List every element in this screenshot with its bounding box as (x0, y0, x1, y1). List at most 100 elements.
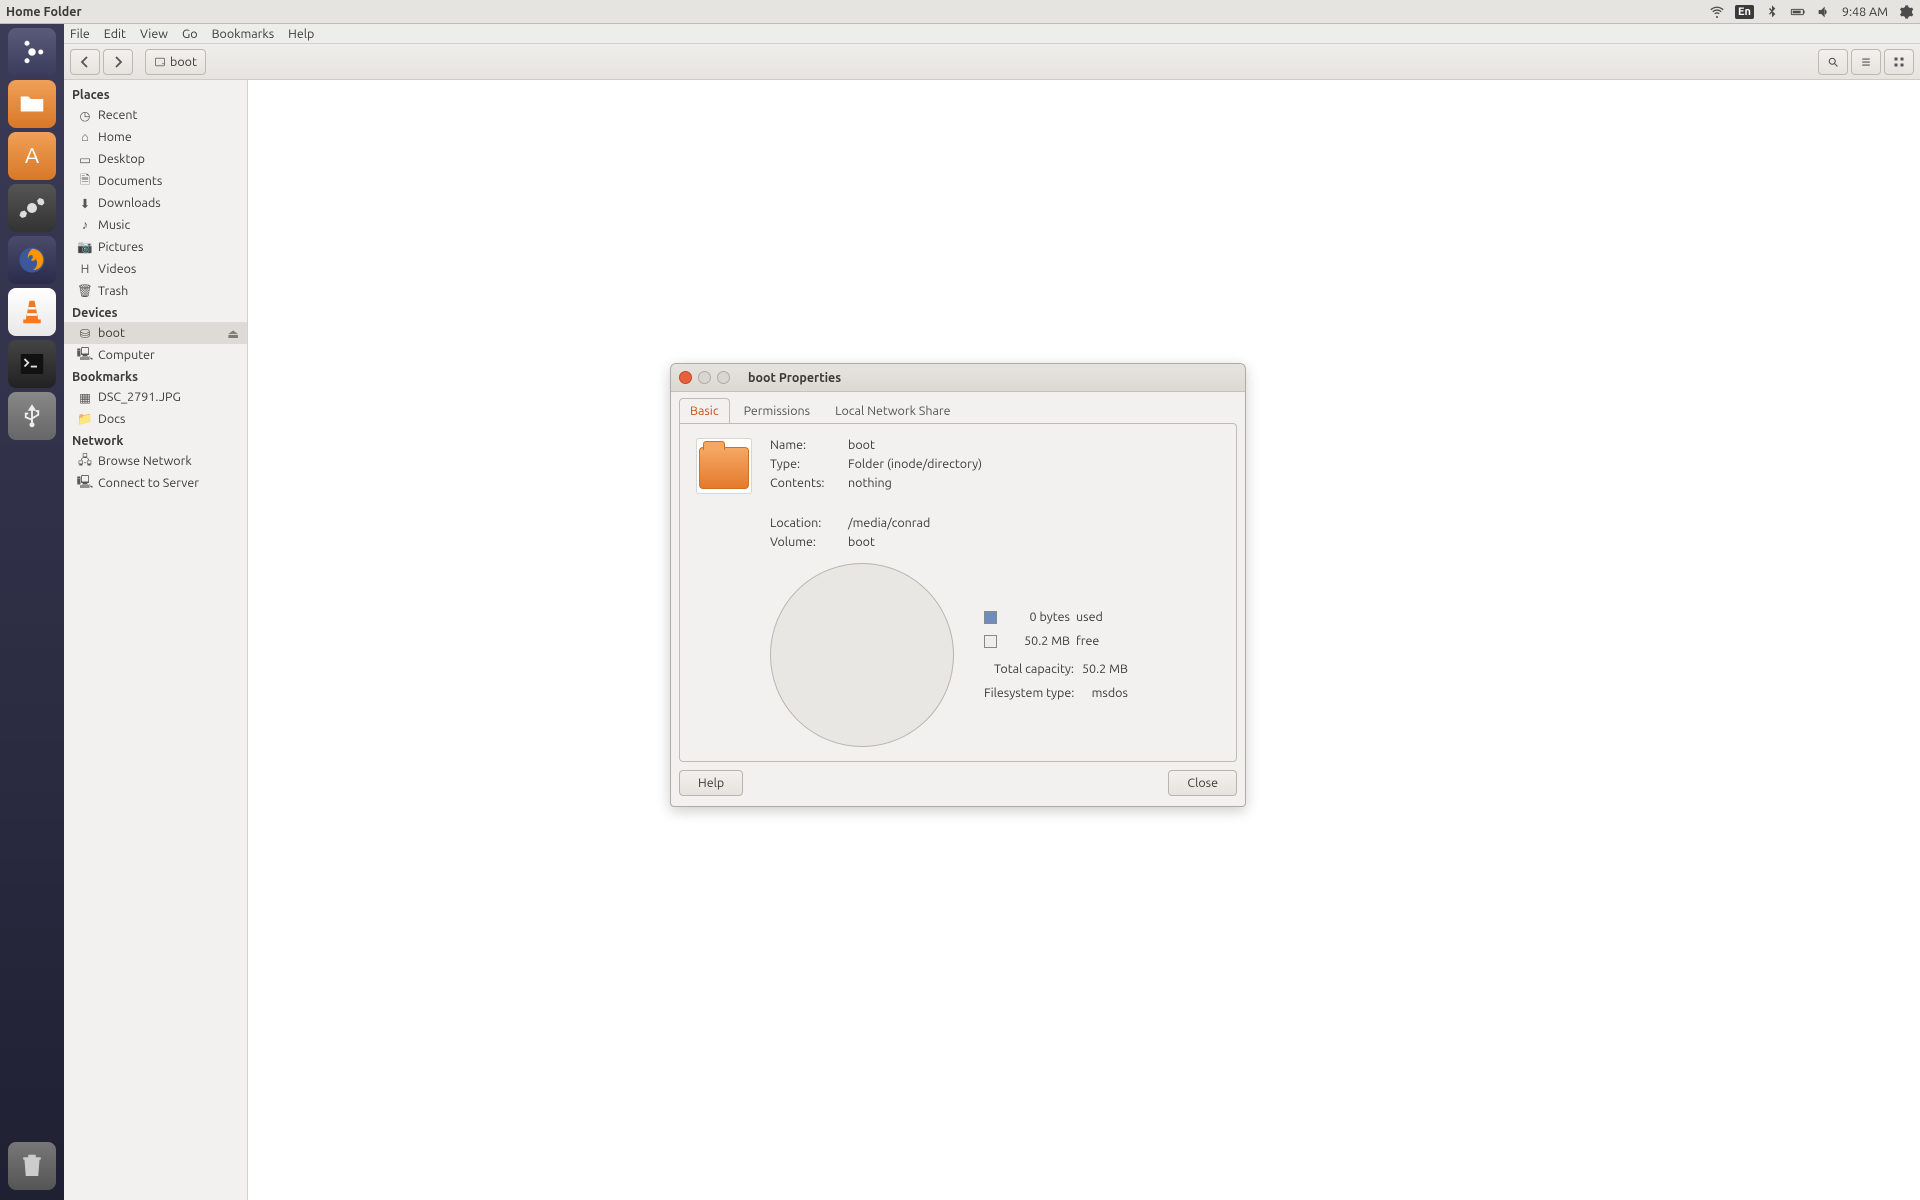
disk-usage-pie (770, 563, 954, 747)
type-value: Folder (inode/directory) (848, 457, 982, 471)
launcher-dash[interactable] (8, 28, 56, 76)
window-title: Home Folder (6, 5, 82, 19)
launcher-files[interactable] (8, 80, 56, 128)
close-button[interactable]: Close (1168, 770, 1237, 796)
launcher-vlc[interactable] (8, 288, 56, 336)
path-label: boot (170, 55, 197, 69)
disk-stats: 0 bytesused 50.2 MBfree Total capacity:5… (984, 605, 1128, 705)
menu-file[interactable]: File (70, 27, 90, 41)
dialog-minimize-button[interactable] (698, 371, 711, 384)
menu-help[interactable]: Help (288, 27, 314, 41)
sidebar-header-places: Places (64, 84, 247, 104)
search-button[interactable] (1818, 49, 1848, 75)
volume-icon (1816, 4, 1832, 20)
sidebar-item-computer[interactable]: 🖳Computer (64, 344, 247, 366)
gear-icon (1898, 4, 1914, 20)
launcher-firefox[interactable] (8, 236, 56, 284)
folder-type-icon (696, 438, 752, 494)
sidebar-item-pictures[interactable]: 📷Pictures (64, 236, 247, 258)
sidebar-item-downloads[interactable]: ⬇Downloads (64, 192, 247, 214)
volume-label: Volume: (770, 535, 840, 549)
wifi-indicator[interactable] (1709, 4, 1725, 20)
server-icon: 🖳 (78, 476, 92, 490)
bluetooth-indicator[interactable] (1764, 4, 1780, 20)
swatch-free (984, 635, 997, 648)
back-button[interactable] (70, 49, 100, 75)
doc-icon: 🗎 (78, 174, 92, 188)
path-button[interactable]: boot (145, 49, 206, 75)
sidebar-item-recent[interactable]: ◷Recent (64, 104, 247, 126)
drive-icon: ⛁ (78, 326, 92, 340)
desktop-icon: ▭ (78, 152, 92, 166)
sidebar-item-boot[interactable]: ⛁boot⏏ (64, 322, 247, 344)
fstype-label: Filesystem type: (984, 686, 1074, 700)
help-button[interactable]: Help (679, 770, 743, 796)
sidebar-item-videos[interactable]: HVideos (64, 258, 247, 280)
sidebar-header-devices: Devices (64, 302, 247, 322)
launcher: A (0, 24, 64, 1200)
type-label: Type: (770, 457, 840, 471)
top-panel: Home Folder En 9:48 AM (0, 0, 1920, 24)
forward-button[interactable] (103, 49, 133, 75)
vlc-cone-icon (17, 297, 47, 327)
sound-indicator[interactable] (1816, 4, 1832, 20)
sidebar-item-trash[interactable]: 🗑Trash (64, 280, 247, 302)
ubuntu-logo-icon (17, 37, 47, 67)
home-icon: ⌂ (78, 130, 92, 144)
dialog-body: Name: boot Type: Folder (inode/directory… (679, 423, 1237, 762)
sidebar-item-bookmark-image[interactable]: ▦DSC_2791.JPG (64, 386, 247, 408)
toolbar: boot (64, 44, 1920, 80)
capacity-value: 50.2 MB (1082, 662, 1128, 676)
swatch-used (984, 611, 997, 624)
trash-icon: 🗑 (78, 284, 92, 298)
launcher-usb[interactable] (8, 392, 56, 440)
battery-indicator[interactable] (1790, 4, 1806, 20)
dialog-titlebar[interactable]: boot Properties (671, 364, 1245, 392)
dialog-maximize-button[interactable] (717, 371, 730, 384)
battery-icon (1790, 4, 1806, 20)
location-label: Location: (770, 516, 840, 530)
dialog-tabs: Basic Permissions Local Network Share (671, 392, 1245, 424)
used-label: used (1076, 610, 1128, 624)
launcher-terminal[interactable] (8, 340, 56, 388)
properties-dialog: boot Properties Basic Permissions Local … (670, 363, 1246, 807)
video-icon: H (78, 262, 92, 276)
sidebar-item-music[interactable]: ♪Music (64, 214, 247, 236)
list-icon (1860, 56, 1872, 68)
dialog-footer: Help Close (671, 770, 1245, 806)
image-icon: ▦ (78, 390, 92, 404)
menu-go[interactable]: Go (182, 27, 198, 41)
dialog-close-button[interactable] (679, 371, 692, 384)
name-label: Name: (770, 438, 840, 452)
sidebar-item-connect-server[interactable]: 🖳Connect to Server (64, 472, 247, 494)
sidebar-item-browse-network[interactable]: 🖧Browse Network (64, 450, 247, 472)
contents-label: Contents: (770, 476, 840, 490)
menu-bookmarks[interactable]: Bookmarks (212, 27, 275, 41)
sidebar-item-documents[interactable]: 🗎Documents (64, 170, 247, 192)
lang-indicator[interactable]: En (1735, 5, 1754, 19)
dialog-title: boot Properties (748, 371, 841, 385)
view-grid-button[interactable] (1884, 49, 1914, 75)
tab-permissions[interactable]: Permissions (733, 398, 821, 424)
session-indicator[interactable] (1898, 4, 1914, 20)
menu-view[interactable]: View (140, 27, 168, 41)
menu-edit[interactable]: Edit (104, 27, 126, 41)
capacity-label: Total capacity: (984, 662, 1074, 676)
tab-local-network-share[interactable]: Local Network Share (824, 398, 961, 424)
sidebar: Places ◷Recent ⌂Home ▭Desktop 🗎Documents… (64, 80, 248, 1200)
launcher-trash[interactable] (8, 1142, 56, 1190)
tab-basic[interactable]: Basic (679, 398, 730, 424)
sidebar-item-home[interactable]: ⌂Home (64, 126, 247, 148)
drive-icon (154, 56, 166, 68)
sidebar-item-desktop[interactable]: ▭Desktop (64, 148, 247, 170)
eject-icon[interactable]: ⏏ (227, 326, 239, 341)
usb-icon (17, 401, 47, 431)
launcher-settings[interactable] (8, 184, 56, 232)
launcher-software[interactable]: A (8, 132, 56, 180)
sidebar-header-bookmarks: Bookmarks (64, 366, 247, 386)
trash-can-icon (17, 1151, 47, 1181)
free-label: free (1076, 634, 1128, 648)
clock-indicator[interactable]: 9:48 AM (1842, 5, 1888, 19)
sidebar-item-bookmark-docs[interactable]: 📁Docs (64, 408, 247, 430)
view-list-button[interactable] (1851, 49, 1881, 75)
